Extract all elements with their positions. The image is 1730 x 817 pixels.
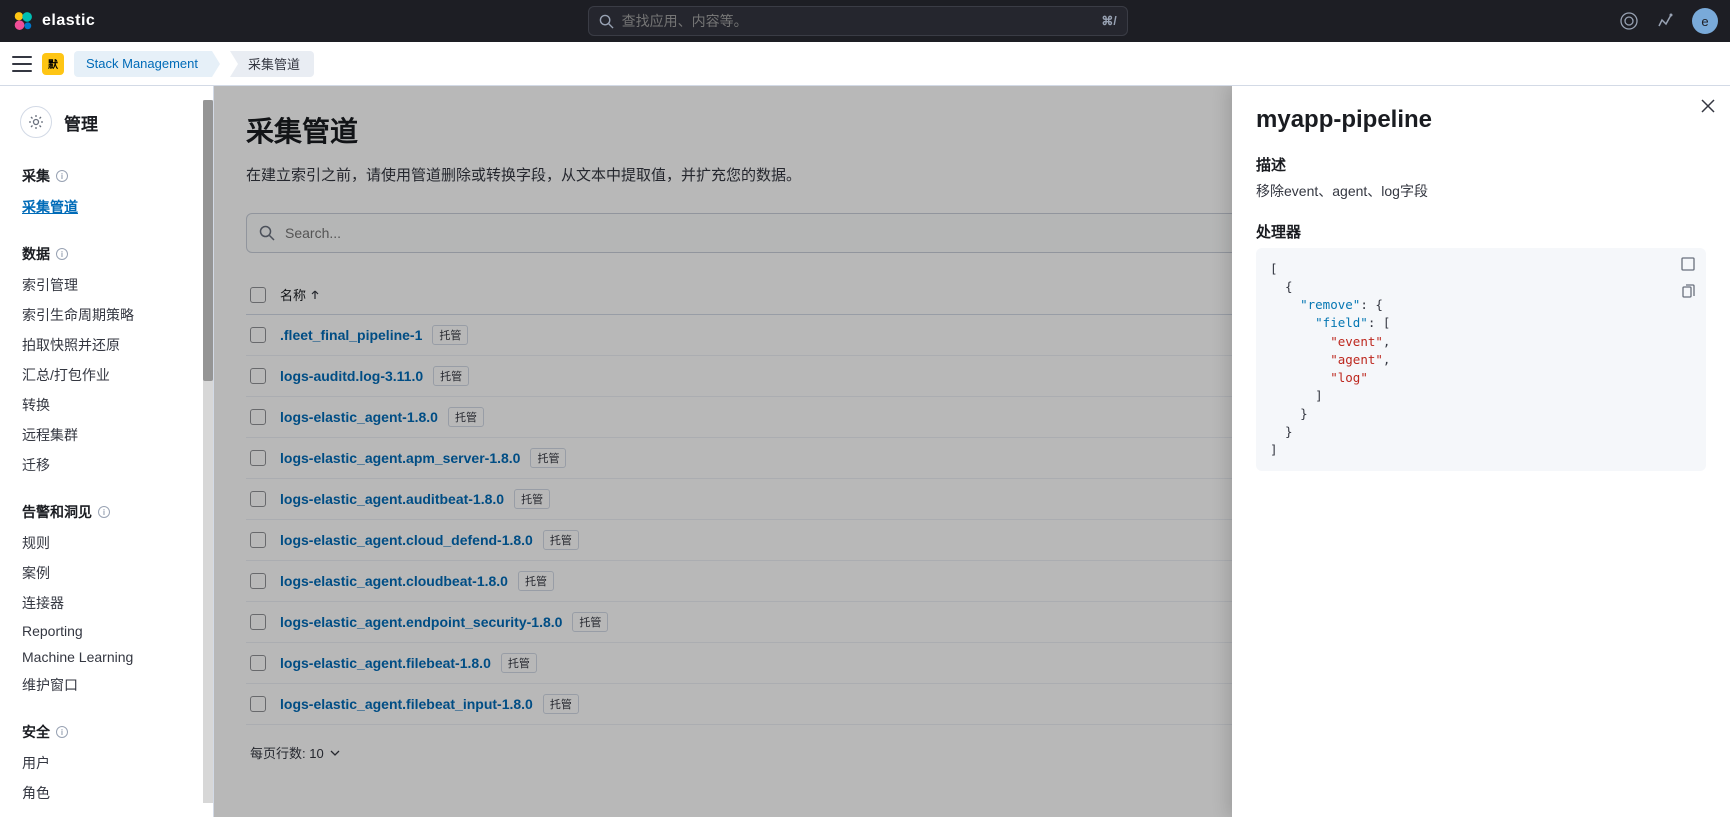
close-icon[interactable]: [1700, 98, 1718, 116]
nav-item-transforms[interactable]: 转换: [0, 390, 213, 420]
sidebar-scrollbar-thumb[interactable]: [203, 100, 213, 381]
keyboard-shortcut-hint: ⌘/: [1101, 14, 1116, 28]
nav-item-roles[interactable]: 角色: [0, 778, 213, 808]
global-header: elastic ⌘/ e: [0, 0, 1730, 42]
global-search[interactable]: ⌘/: [588, 6, 1128, 36]
nav-toggle-icon[interactable]: [12, 56, 32, 72]
nav-item-cases[interactable]: 案例: [0, 558, 213, 588]
breadcrumb-ingest-pipelines: 采集管道: [230, 51, 314, 77]
deployment-badge[interactable]: 默: [42, 53, 64, 75]
flyout-title: myapp-pipeline: [1256, 106, 1706, 134]
nav-item-ml[interactable]: Machine Learning: [0, 644, 213, 670]
nav-item-reporting[interactable]: Reporting: [0, 618, 213, 644]
user-avatar[interactable]: e: [1692, 8, 1718, 34]
nav-group-data: 数据i: [0, 238, 213, 270]
nav-item-remote-clusters[interactable]: 远程集群: [0, 420, 213, 450]
flyout-proc-heading: 处理器: [1256, 221, 1706, 242]
flyout-desc-text: 移除event、agent、log字段: [1256, 181, 1706, 201]
pipeline-detail-flyout: myapp-pipeline 描述 移除event、agent、log字段 处理…: [1232, 86, 1730, 817]
fullscreen-icon[interactable]: [1680, 256, 1698, 274]
nav-group-alerts: 告警和洞见i: [0, 496, 213, 528]
nav-item-maintenance[interactable]: 维护窗口: [0, 670, 213, 700]
nav-group-ingest: 采集i: [0, 160, 213, 192]
nav-item-ingest-pipelines[interactable]: 采集管道: [0, 192, 213, 222]
search-icon: [599, 14, 614, 29]
nav-item-migration[interactable]: 迁移: [0, 450, 213, 480]
logo[interactable]: elastic: [12, 10, 95, 32]
newsfeed-icon[interactable]: [1656, 12, 1674, 30]
sidebar: 管理 采集i 采集管道 数据i 索引管理 索引生命周期策略 拍取快照并还原 汇总…: [0, 86, 214, 817]
processor-code-block: [ { "remove": { "field": [ "event", "age…: [1256, 248, 1706, 471]
breadcrumb-bar: 默 Stack Management 采集管道: [0, 42, 1730, 86]
flyout-desc-heading: 描述: [1256, 154, 1706, 175]
nav-item-users[interactable]: 用户: [0, 748, 213, 778]
elastic-logo-icon: [12, 10, 34, 32]
nav-group-security: 安全i: [0, 716, 213, 748]
nav-item-rollup[interactable]: 汇总/打包作业: [0, 360, 213, 390]
nav-item-connectors[interactable]: 连接器: [0, 588, 213, 618]
nav-item-index-management[interactable]: 索引管理: [0, 270, 213, 300]
nav-item-ilm[interactable]: 索引生命周期策略: [0, 300, 213, 330]
global-search-input[interactable]: [622, 13, 1102, 29]
gear-icon: [20, 106, 52, 138]
nav-item-snapshot-restore[interactable]: 拍取快照并还原: [0, 330, 213, 360]
nav-item-rules[interactable]: 规则: [0, 528, 213, 558]
copy-icon[interactable]: [1680, 284, 1698, 302]
brand-text: elastic: [42, 12, 95, 30]
sidebar-title: 管理: [64, 110, 98, 135]
help-icon[interactable]: [1620, 12, 1638, 30]
breadcrumb-stack-management[interactable]: Stack Management: [74, 51, 212, 77]
